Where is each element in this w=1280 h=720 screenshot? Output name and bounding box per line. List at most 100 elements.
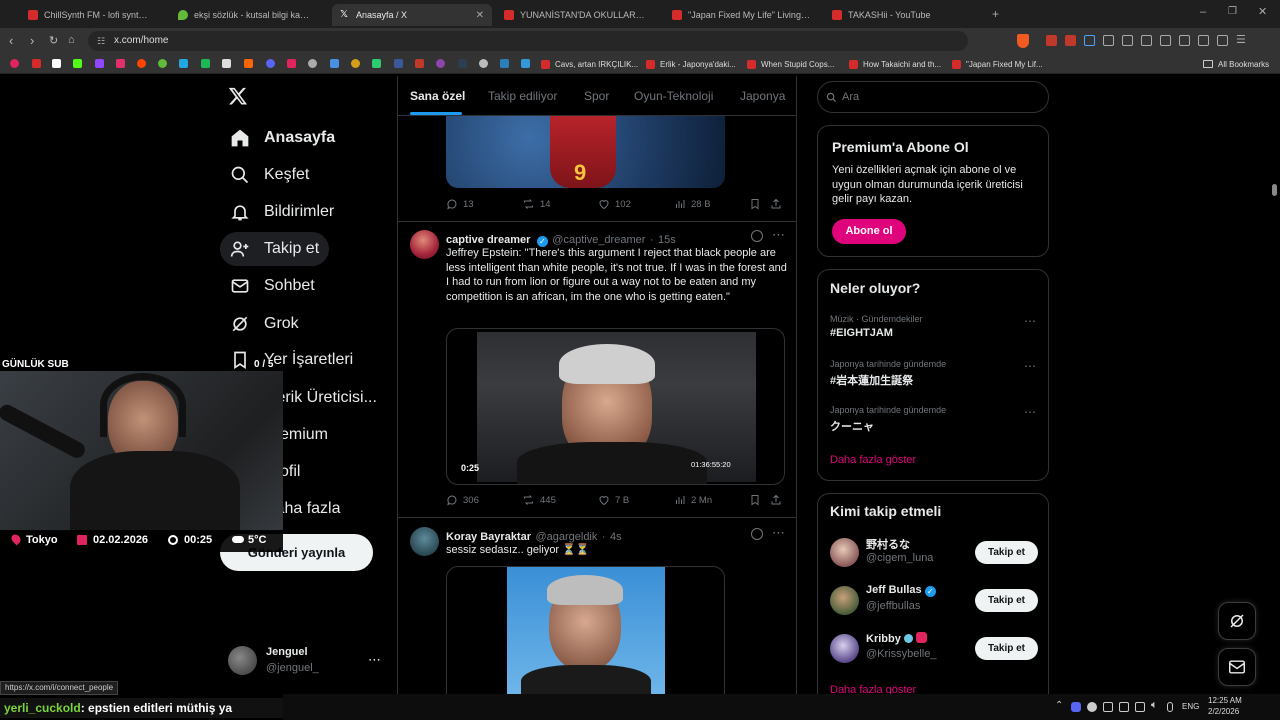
- bookmark-favicon[interactable]: [351, 59, 360, 68]
- more-dots-icon[interactable]: ⋯: [772, 525, 785, 541]
- like-button[interactable]: 7 B: [598, 494, 629, 506]
- tweet-media[interactable]: [446, 566, 725, 696]
- browser-tab[interactable]: ChillSynth FM - lofi synthwave ra: [20, 4, 160, 26]
- more-dots-icon[interactable]: ⋯: [368, 652, 381, 668]
- subscribe-button[interactable]: Abone ol: [832, 219, 906, 244]
- author-handle[interactable]: @captive_dreamer: [552, 234, 645, 246]
- follow-button[interactable]: Takip et: [975, 589, 1038, 612]
- tab-japan[interactable]: Japonya: [740, 89, 785, 103]
- bookmark-favicon[interactable]: [32, 59, 41, 68]
- grok-icon[interactable]: [751, 528, 763, 540]
- browser-tab[interactable]: ekşi sözlük - kutsal bilgi kaynağı: [170, 4, 320, 26]
- bookmark-favicon[interactable]: [266, 59, 275, 68]
- browser-tab[interactable]: TAKASHii - YouTube: [824, 4, 979, 26]
- extension-icon[interactable]: [1217, 35, 1228, 46]
- home-icon[interactable]: ⌂: [68, 34, 75, 46]
- bookmark-favicon[interactable]: [116, 59, 125, 68]
- bookmark-favicon[interactable]: [10, 59, 19, 68]
- reply-button[interactable]: 13: [446, 198, 474, 210]
- nav-explore[interactable]: Keşfet: [220, 158, 319, 192]
- site-info-icon[interactable]: ☷: [97, 31, 105, 51]
- clock-time[interactable]: 12:25 AM: [1208, 696, 1242, 705]
- tweet-media[interactable]: 9: [446, 116, 725, 188]
- new-tab-icon[interactable]: +: [992, 7, 999, 21]
- bookmark-favicon[interactable]: [308, 59, 317, 68]
- nav-grok[interactable]: Grok: [220, 307, 309, 341]
- browser-tab-active[interactable]: 𝕏 Anasayfa / X ✕: [332, 4, 492, 26]
- trend-item[interactable]: Müzik · Gündemdekiler #EIGHTJAM ⋯: [830, 314, 1040, 344]
- author-name[interactable]: Koray Bayraktar: [446, 531, 531, 543]
- search-input[interactable]: Ara: [817, 81, 1049, 113]
- nav-notifications[interactable]: Bildirimler: [220, 195, 344, 229]
- close-tab-icon[interactable]: ✕: [476, 10, 484, 21]
- tweet-time[interactable]: 15s: [658, 234, 676, 246]
- views-button[interactable]: 2 Mn: [674, 494, 712, 506]
- bookmark-item[interactable]: Erlik - Japonya'daki...: [646, 57, 736, 71]
- bookmark-favicon[interactable]: [73, 59, 82, 68]
- avatar[interactable]: [410, 527, 439, 556]
- tray-app-icon[interactable]: [1087, 702, 1097, 712]
- tray-app-icon[interactable]: [1071, 702, 1081, 712]
- bookmark-favicon[interactable]: [244, 59, 253, 68]
- brave-shield-icon[interactable]: [1017, 34, 1029, 48]
- follow-button[interactable]: Takip et: [975, 637, 1038, 660]
- browser-tab[interactable]: YUNANİSTAN'DA OKULLARDA TÜRK: [496, 4, 656, 26]
- restore-icon[interactable]: ❐: [1228, 6, 1237, 17]
- bookmark-favicon[interactable]: [201, 59, 210, 68]
- bookmark-favicon[interactable]: [500, 59, 509, 68]
- trend-item[interactable]: Japonya tarihinde gündemde クーニャ ⋯: [830, 405, 1040, 435]
- nav-follow[interactable]: Takip et: [220, 232, 330, 266]
- bookmark-button[interactable]: [749, 494, 766, 506]
- bookmark-favicon[interactable]: [95, 59, 104, 68]
- tab-gaming-tech[interactable]: Oyun-Teknoloji: [634, 89, 713, 103]
- x-logo-icon[interactable]: [228, 86, 248, 111]
- reply-button[interactable]: 306: [446, 494, 479, 506]
- nav-home[interactable]: Anasayfa: [220, 121, 345, 155]
- share-button[interactable]: [770, 198, 787, 210]
- more-dots-icon[interactable]: ⋯: [1024, 314, 1036, 328]
- bookmark-favicon[interactable]: [222, 59, 231, 68]
- volume-icon[interactable]: 🔈︎: [1151, 699, 1158, 712]
- bookmark-favicon[interactable]: [436, 59, 445, 68]
- wifi-icon[interactable]: [1135, 702, 1145, 712]
- bookmark-favicon[interactable]: [479, 59, 488, 68]
- follow-button[interactable]: Takip et: [975, 541, 1038, 564]
- tweet-time[interactable]: 4s: [610, 531, 622, 543]
- grok-icon[interactable]: [751, 230, 763, 242]
- extension-icon[interactable]: [1141, 35, 1152, 46]
- close-window-icon[interactable]: ✕: [1258, 5, 1267, 18]
- tweet-video[interactable]: 0:25 01:36:55:20: [446, 328, 785, 485]
- bookmark-favicon[interactable]: [158, 59, 167, 68]
- tray-app-icon[interactable]: [1103, 702, 1113, 712]
- bookmark-button[interactable]: [749, 198, 766, 210]
- reload-icon[interactable]: ↻: [49, 34, 58, 47]
- all-bookmarks[interactable]: All Bookmarks: [1203, 57, 1269, 71]
- retweet-button[interactable]: 445: [522, 494, 556, 506]
- show-more-link[interactable]: Daha fazla göster: [830, 454, 916, 466]
- extension-icon[interactable]: [1046, 35, 1057, 46]
- like-button[interactable]: 102: [598, 198, 631, 210]
- address-bar[interactable]: ☷ x.com/home: [88, 31, 968, 51]
- bookmark-favicon[interactable]: [330, 59, 339, 68]
- tab-sport[interactable]: Spor: [584, 89, 609, 103]
- language-indicator[interactable]: ENG: [1182, 702, 1199, 711]
- forward-icon[interactable]: ›: [30, 33, 34, 48]
- bookmark-favicon[interactable]: [287, 59, 296, 68]
- tray-app-icon[interactable]: [1119, 702, 1129, 712]
- extension-icon[interactable]: [1198, 35, 1209, 46]
- messages-float-button[interactable]: [1218, 648, 1256, 686]
- share-button[interactable]: [770, 494, 787, 506]
- tab-for-you[interactable]: Sana özel: [410, 89, 465, 103]
- author-handle[interactable]: @agargeldik: [535, 531, 597, 543]
- tab-following[interactable]: Takip ediliyor: [488, 89, 557, 103]
- extension-icon[interactable]: [1065, 35, 1076, 46]
- nav-chat[interactable]: Sohbet: [220, 269, 325, 303]
- follow-suggestion[interactable]: 野村るな @cigem_luna Takip et: [830, 536, 1040, 570]
- more-dots-icon[interactable]: ⋯: [1024, 359, 1036, 373]
- bookmark-item[interactable]: Cavs, artan IRKÇILIK...: [541, 57, 638, 71]
- browser-tab[interactable]: "Japan Fixed My Life" Living in Japan: [664, 4, 819, 26]
- extension-icon[interactable]: [1122, 35, 1133, 46]
- bookmark-favicon[interactable]: [415, 59, 424, 68]
- avatar[interactable]: [410, 230, 439, 259]
- trend-item[interactable]: Japonya tarihinde gündemde #岩本蓮加生誕祭 ⋯: [830, 359, 1040, 389]
